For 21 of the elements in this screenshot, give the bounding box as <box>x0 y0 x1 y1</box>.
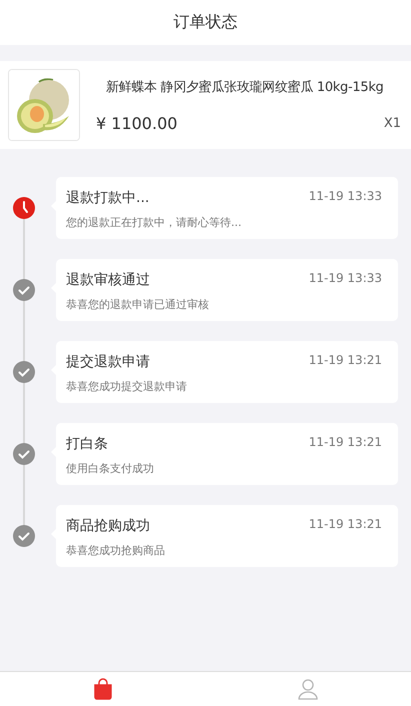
status-time: 11-19 13:33 <box>308 271 382 287</box>
status-time: 11-19 13:33 <box>308 189 382 205</box>
status-time: 11-19 13:21 <box>308 353 382 369</box>
status-title: 退款打款中... <box>66 189 150 207</box>
product-quantity: X1 <box>384 116 402 130</box>
status-title: 退款审核通过 <box>66 271 150 289</box>
status-title: 提交退款申请 <box>66 353 150 371</box>
status-detail: 恭喜您的退款申请已通过审核 <box>66 297 210 312</box>
status-title: 打白条 <box>66 435 108 453</box>
status-title: 商品抢购成功 <box>66 517 150 535</box>
page-title: 订单状态 <box>0 0 411 45</box>
status-detail: 使用白条支付成功 <box>66 461 155 476</box>
status-detail: 恭喜您成功抢购商品 <box>66 543 166 558</box>
status-detail: 您的退款正在打款中，请耐心等待... <box>66 215 242 230</box>
status-detail: 恭喜您成功提交退款申请 <box>66 379 188 394</box>
product-price: ¥ 1100.00 <box>96 114 178 132</box>
status-time: 11-19 13:21 <box>308 435 382 451</box>
bag-icon <box>92 678 114 700</box>
person-icon <box>297 678 320 700</box>
product-name: 新鲜蝶本 静冈夕蜜瓜张玫瓏网纹蜜瓜 10kg-15kg <box>105 78 385 96</box>
status-time: 11-19 13:21 <box>308 517 382 533</box>
